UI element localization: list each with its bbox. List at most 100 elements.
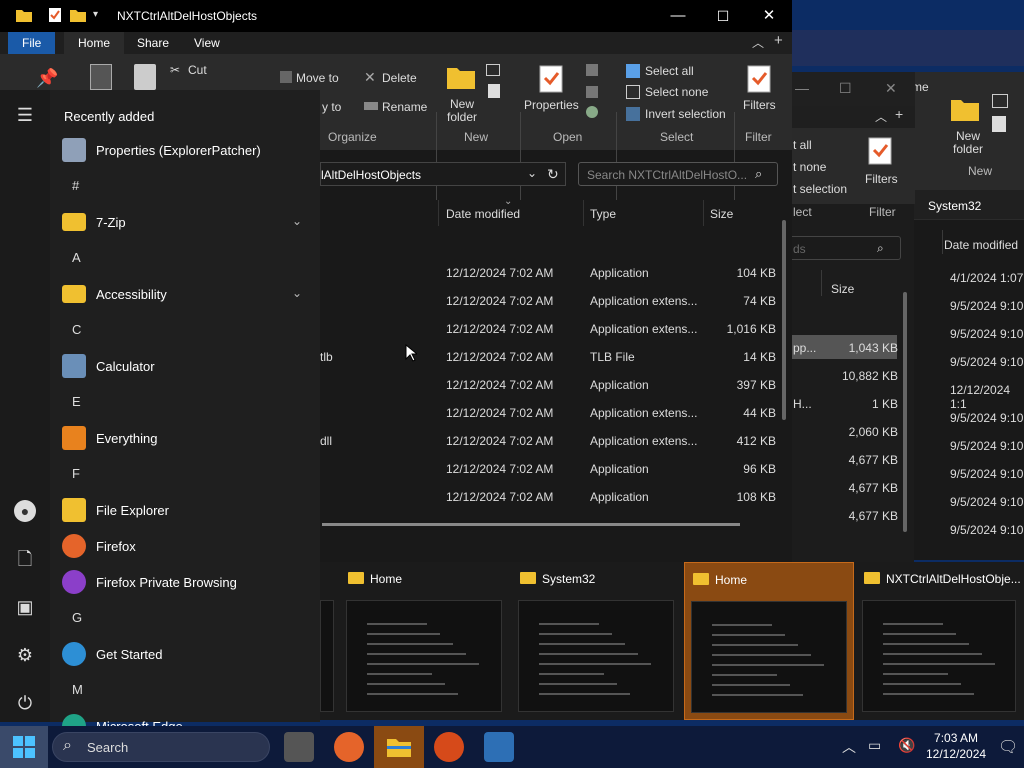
close-icon[interactable]: ✕ — [885, 80, 897, 97]
start-app-item[interactable]: Accessibility ⌄ — [62, 279, 312, 309]
table-row[interactable]: 12/12/2024 7:02 AM Application 397 KB — [320, 371, 784, 399]
start-app-item[interactable]: 7-Zip ⌄ — [62, 207, 312, 237]
properties-qat-icon[interactable] — [48, 7, 62, 23]
taskbar-search-box[interactable]: ⌕ Search — [52, 732, 270, 762]
tab-file[interactable]: File — [8, 32, 56, 54]
new-folder-qat-icon[interactable] — [70, 9, 86, 22]
start-menu[interactable]: ☰ ● 🗋 ▣ ⚙ ⏻ Recently added Properties (E… — [0, 90, 320, 738]
horizontal-scrollbar[interactable] — [322, 523, 740, 526]
column-header-size[interactable]: Size — [710, 207, 733, 221]
cut-button[interactable]: Cut — [188, 63, 207, 77]
network-icon[interactable]: ▭ — [868, 737, 881, 754]
new-folder-button[interactable]: New folder — [444, 98, 480, 124]
table-row[interactable]: 12/12/2024 7:02 AM Application extens... 1… — [320, 315, 784, 343]
close-icon[interactable]: ✕ — [746, 4, 792, 28]
vertical-scrollbar[interactable] — [782, 220, 786, 420]
add-tab-icon[interactable]: + — [774, 32, 783, 49]
search-input[interactable]: Search NXTCtrlAltDelHostO... ⌕ — [578, 162, 778, 186]
volume-muted-icon[interactable]: 🔇 — [898, 737, 915, 754]
power-icon[interactable]: ⏻ — [14, 692, 36, 714]
start-app-item[interactable]: Get Started — [62, 639, 312, 669]
task-view-thumbnail[interactable]: System32 — [512, 562, 682, 720]
rename-button[interactable]: Rename — [382, 100, 427, 114]
column-header-size[interactable]: Size — [831, 282, 854, 296]
task-view-thumbnail[interactable]: NXTCtrlAltDelHostObje... — [856, 562, 1024, 720]
section-letter[interactable]: F — [72, 466, 80, 481]
show-hidden-icons-icon[interactable]: ︿ — [842, 737, 856, 757]
chevron-down-icon[interactable]: ⌄ — [527, 166, 537, 180]
easy-access-icon[interactable] — [488, 84, 500, 98]
section-letter[interactable]: A — [72, 250, 81, 265]
filters-button[interactable]: Filters — [865, 172, 898, 186]
add-tab-icon[interactable]: + — [895, 106, 903, 122]
select-all-button[interactable]: t all — [793, 138, 812, 152]
edit-icon[interactable] — [586, 86, 598, 98]
table-row[interactable]: 12/12/2024 7:02 AM Application extens... 4… — [320, 399, 784, 427]
move-to-button[interactable]: Move to — [296, 71, 339, 85]
collapse-ribbon-icon[interactable]: ︿ — [752, 34, 764, 51]
firefox-icon[interactable] — [334, 732, 364, 762]
app-icon[interactable] — [434, 732, 464, 762]
task-view-icon[interactable] — [284, 732, 314, 762]
maximize-icon[interactable]: ☐ — [839, 80, 852, 97]
tab-home[interactable]: Home — [64, 32, 125, 54]
task-view-thumbnail[interactable]: Home — [340, 562, 510, 720]
app-icon[interactable] — [484, 732, 514, 762]
start-app-item[interactable]: Firefox Private Browsing — [62, 567, 312, 597]
start-app-item[interactable]: Properties (ExplorerPatcher) — [62, 135, 312, 165]
start-app-item[interactable]: File Explorer — [62, 495, 312, 525]
minimize-icon[interactable]: — — [655, 4, 701, 28]
maximize-icon[interactable]: ☐ — [700, 4, 746, 28]
start-app-item[interactable]: Everything — [62, 423, 312, 453]
invert-selection-button[interactable]: Invert selection — [645, 107, 726, 121]
table-row[interactable]: dll 12/12/2024 7:02 AM Application extens.… — [320, 427, 784, 455]
start-app-item[interactable]: Firefox — [62, 531, 312, 561]
section-letter[interactable]: C — [72, 322, 81, 337]
start-button[interactable] — [0, 726, 48, 768]
history-icon[interactable] — [586, 106, 598, 118]
chevron-down-icon[interactable]: ⌄ — [292, 214, 302, 228]
background-explorer-new-folder-button[interactable]: New folder — [948, 130, 988, 156]
column-header-type[interactable]: Type — [590, 207, 616, 221]
settings-icon[interactable]: ⚙ — [14, 644, 36, 666]
background-search-input[interactable]: ds ⌕ — [791, 236, 901, 260]
user-avatar-icon[interactable]: ● — [14, 500, 36, 522]
pin-icon[interactable]: 📌 — [36, 68, 58, 89]
customize-qat-icon[interactable]: ▾ — [93, 9, 98, 20]
new-item-icon[interactable] — [486, 64, 500, 76]
vertical-scrollbar[interactable] — [903, 292, 907, 532]
table-row[interactable]: 12/12/2024 7:02 AM Application 104 KB — [320, 259, 784, 287]
select-none-button[interactable]: t none — [793, 160, 826, 174]
invert-selection-button[interactable]: t selection — [793, 182, 847, 196]
chevron-down-icon[interactable]: ⌄ — [292, 286, 302, 300]
start-app-item[interactable]: Calculator — [62, 351, 312, 381]
open-icon[interactable] — [586, 64, 598, 76]
tab-share[interactable]: Share — [123, 32, 183, 54]
properties-button[interactable]: Properties — [524, 98, 579, 112]
paste-icon[interactable] — [134, 64, 156, 90]
breadcrumb-system32[interactable]: System32 — [928, 199, 981, 213]
section-letter[interactable]: # — [72, 178, 79, 193]
copy-icon[interactable] — [90, 64, 112, 90]
select-none-button[interactable]: Select none — [645, 85, 708, 99]
section-letter[interactable]: E — [72, 394, 81, 409]
pictures-icon[interactable]: ▣ — [14, 596, 36, 618]
table-row[interactable]: tlb 12/12/2024 7:02 AM TLB File 14 KB — [320, 343, 784, 371]
task-view-thumbnail[interactable]: Home — [684, 562, 854, 720]
file-explorer-taskbar-button[interactable] — [374, 726, 424, 768]
column-header-date-modified[interactable]: Date modified — [944, 238, 1018, 252]
copy-to-button[interactable]: y to — [322, 100, 341, 114]
delete-button[interactable]: Delete — [382, 71, 417, 85]
hamburger-menu-icon[interactable]: ☰ — [14, 104, 36, 126]
tab-view[interactable]: View — [180, 32, 234, 54]
background-explorer-window[interactable]: — ☐ ✕ ︿ + t all t none t selection Filte… — [790, 72, 915, 562]
clock[interactable]: 7:03 AM 12/12/2024 — [926, 730, 986, 762]
address-bar[interactable]: lAltDelHostObjects ⌄ ↻ — [320, 162, 566, 186]
collapse-ribbon-icon[interactable]: ︿ — [875, 108, 887, 125]
table-row[interactable]: 12/12/2024 7:02 AM Application extens... 7… — [320, 287, 784, 315]
column-header-date-modified[interactable]: Date modified — [446, 207, 520, 221]
breadcrumb[interactable]: System32 — [912, 190, 1024, 220]
select-all-button[interactable]: Select all — [645, 64, 694, 78]
section-letter[interactable]: G — [72, 610, 82, 625]
documents-icon[interactable]: 🗋 — [14, 548, 36, 570]
